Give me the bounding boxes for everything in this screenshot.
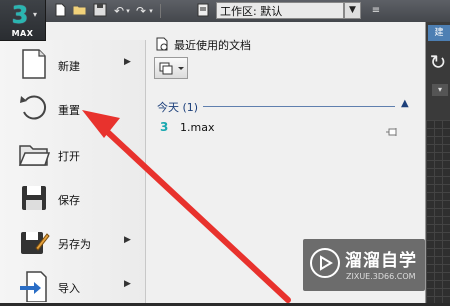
submenu-arrow-icon: ▶ bbox=[124, 57, 131, 67]
menu-item-label: 打开 bbox=[58, 150, 80, 163]
new-document-icon bbox=[18, 48, 50, 80]
chevron-down-icon: ▾ bbox=[33, 10, 38, 19]
menu-item-label: 导入 bbox=[58, 282, 80, 295]
menu-item-label: 重置 bbox=[58, 104, 80, 117]
view-options-button[interactable] bbox=[154, 57, 188, 79]
watermark: 溜溜自学 ZIXUE.3D66.COM bbox=[303, 239, 425, 291]
recent-docs-icon bbox=[155, 36, 169, 52]
chevron-down-icon[interactable]: ▾ bbox=[147, 3, 155, 19]
menu-item-save[interactable]: 保存 bbox=[0, 178, 145, 218]
menu-item-label: 保存 bbox=[58, 194, 80, 207]
toolbar-menu-icon[interactable]: ≡ bbox=[368, 3, 384, 19]
reset-icon bbox=[18, 92, 50, 124]
group-label: 今天 (1) bbox=[157, 101, 199, 114]
import-icon bbox=[18, 270, 50, 303]
application-menu-button[interactable]: 3 ▾ MAX bbox=[0, 0, 46, 41]
file-name: 1.max bbox=[180, 121, 215, 134]
save-as-icon bbox=[18, 226, 50, 258]
quick-access-toolbar: ↶ ▾ ↷ ▾ 工作区: 默认 ▼ ≡ bbox=[0, 0, 450, 23]
recent-file-item[interactable]: 3 1.max bbox=[160, 120, 410, 136]
submenu-arrow-icon: ▶ bbox=[124, 279, 131, 289]
play-logo-icon bbox=[310, 248, 340, 278]
menu-item-save-as[interactable]: 另存为 ▶ bbox=[0, 222, 145, 262]
menu-item-reset[interactable]: 重置 bbox=[0, 88, 145, 128]
viewport-grid bbox=[426, 120, 450, 303]
project-folder-icon[interactable] bbox=[195, 3, 211, 19]
app-button-label: MAX bbox=[11, 29, 34, 38]
recent-group-today[interactable]: 今天 (1) ▲ bbox=[155, 98, 415, 114]
pin-icon[interactable] bbox=[386, 122, 400, 136]
menu-command-list: 新建 ▶ 重置 打开 保存 另存为 ▶ 导入 ▶ bbox=[0, 40, 146, 303]
save-icon[interactable] bbox=[92, 3, 108, 19]
workspace-dropdown[interactable]: 工作区: 默认 bbox=[216, 2, 344, 19]
submenu-arrow-icon: ▶ bbox=[124, 235, 131, 245]
ribbon-tab[interactable]: 建 bbox=[428, 25, 450, 41]
group-divider bbox=[203, 106, 395, 107]
recent-docs-title: 最近使用的文档 bbox=[174, 39, 251, 52]
menu-item-label: 新建 bbox=[58, 60, 80, 73]
chevron-down-icon[interactable]: ▾ bbox=[432, 84, 448, 96]
refresh-icon[interactable]: ↻ bbox=[428, 50, 448, 74]
chevron-down-icon[interactable]: ▾ bbox=[124, 3, 132, 19]
chevron-up-icon[interactable]: ▲ bbox=[401, 98, 409, 109]
new-icon[interactable] bbox=[52, 3, 68, 19]
max-file-icon: 3 bbox=[160, 120, 169, 134]
max-logo: 3 bbox=[11, 1, 29, 29]
watermark-text: 溜溜自学 bbox=[345, 251, 417, 271]
watermark-url: ZIXUE.3D66.COM bbox=[346, 272, 416, 281]
open-folder-icon bbox=[18, 138, 51, 170]
menu-item-open[interactable]: 打开 bbox=[0, 134, 145, 174]
save-disk-icon bbox=[18, 182, 50, 214]
menu-item-label: 另存为 bbox=[58, 238, 91, 251]
menu-item-import[interactable]: 导入 ▶ bbox=[0, 266, 145, 306]
open-icon[interactable] bbox=[72, 3, 88, 19]
toolbar-divider bbox=[160, 4, 161, 18]
menu-item-new[interactable]: 新建 ▶ bbox=[0, 44, 145, 84]
chevron-down-icon[interactable]: ▼ bbox=[344, 2, 361, 19]
